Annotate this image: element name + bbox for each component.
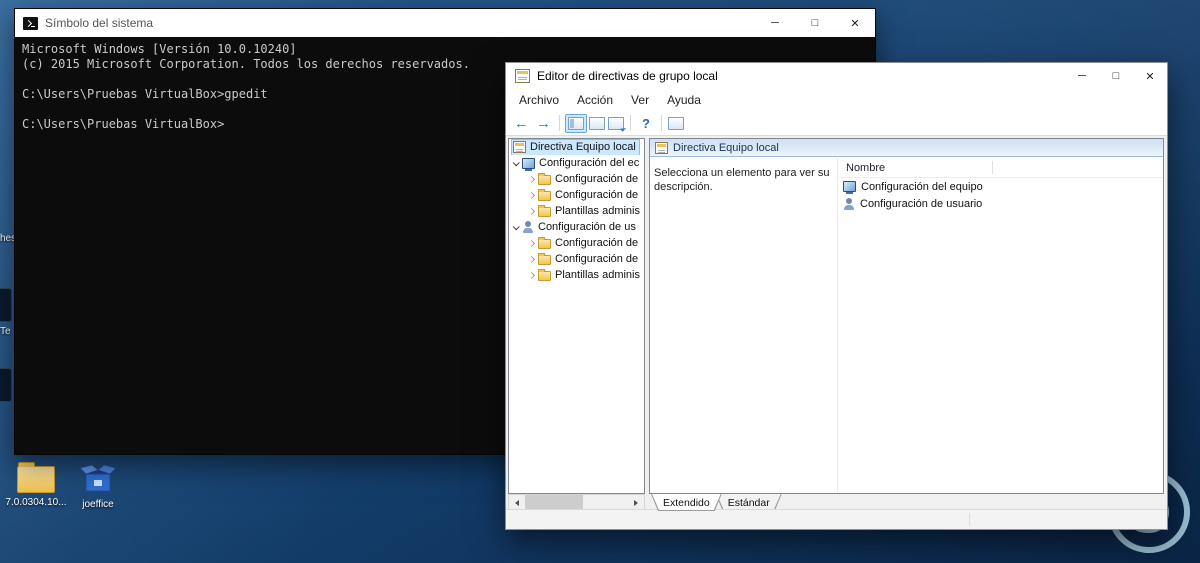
chevron-right-icon[interactable] [527,239,536,247]
desktop: hes Te 7.0.0304.10... joeffice Símbolo d… [0,0,1200,563]
menu-archivo[interactable]: Archivo [510,91,568,109]
result-pane: Directiva Equipo local Selecciona un ele… [649,138,1164,494]
gpedit-menubar: Archivo Acción Ver Ayuda [506,89,1167,111]
partial-icon-label: Te [0,326,11,337]
scrollbar-track[interactable] [525,495,628,510]
gpedit-minimize-button[interactable]: ─ [1065,63,1099,89]
result-pane-header: Directiva Equipo local [650,139,1163,157]
new-window-icon[interactable] [668,116,684,130]
console-line: Microsoft Windows [Versión 10.0.10240] [22,42,297,56]
gpedit-window: Editor de directivas de grupo local ─ □ … [505,62,1168,530]
computer-icon [522,157,535,171]
export-list-icon[interactable] [608,116,624,130]
folder-icon [17,462,55,493]
tree-node-computer-config[interactable]: Configuración del ec [509,155,644,171]
tree-node-folder[interactable]: Configuración de [509,251,644,267]
selection-description: Selecciona un elemento para ver su descr… [650,158,838,493]
folder-icon [538,205,551,217]
chevron-right-icon[interactable] [527,255,536,263]
tree-node-folder[interactable]: Configuración de [509,187,644,203]
back-icon[interactable]: ← [512,114,531,133]
tree-node-folder[interactable]: Configuración de [509,171,644,187]
scrollbar-thumb[interactable] [525,495,583,510]
tab-extendido[interactable]: Extendido [651,494,722,511]
chevron-right-icon[interactable] [527,271,536,279]
tree-node-label: Plantillas adminis [555,205,640,217]
gpedit-toolbar: ← → ? [506,111,1167,136]
gpedit-app-icon [515,69,530,83]
console-tree-pane: Directiva Equipo local Configuración del… [508,138,645,494]
menu-ver[interactable]: Ver [622,91,658,109]
column-header-nombre[interactable]: Nombre [838,158,1163,178]
scroll-right-arrow-icon[interactable] [628,495,644,510]
toolbar-separator [559,115,560,131]
user-icon [522,221,534,233]
partial-desktop-icon[interactable] [0,368,12,402]
computer-icon [843,181,856,194]
partial-desktop-icon[interactable] [0,288,12,322]
chevron-right-icon[interactable] [527,175,536,183]
folder-icon [538,173,551,185]
list-item-label: Configuración del equipo [861,180,983,193]
cmd-app-icon [23,16,38,30]
tree-node-label: Configuración de us [538,221,636,233]
tree-node-root[interactable]: Directiva Equipo local [509,139,644,155]
desktop-icon-label: joeffice [82,499,114,510]
console-node-icon [513,141,526,153]
cmd-titlebar[interactable]: Símbolo del sistema ─ □ ✕ [15,9,875,37]
show-console-tree-icon[interactable] [565,113,587,133]
tree-node-folder[interactable]: Plantillas adminis [509,203,644,219]
menu-accion[interactable]: Acción [568,91,622,109]
forward-icon[interactable]: → [534,114,553,133]
console-node-icon [655,141,668,154]
chevron-right-icon[interactable] [527,207,536,215]
cmd-maximize-button[interactable]: □ [795,9,835,37]
list-item-label: Configuración de usuario [860,197,983,210]
statusbar-separator [969,513,970,526]
scroll-left-arrow-icon[interactable] [509,495,525,510]
chevron-down-icon[interactable] [512,222,520,230]
joeffice-box-icon [79,464,117,492]
tree-node-folder[interactable]: Configuración de [509,235,644,251]
gpedit-close-button[interactable]: ✕ [1133,63,1167,89]
cmd-minimize-button[interactable]: ─ [755,9,795,37]
list-item-computer-config[interactable]: Configuración del equipo [838,178,1163,195]
chevron-right-icon[interactable] [527,191,536,199]
gpedit-maximize-button[interactable]: □ [1099,63,1133,89]
gpedit-statusbar [506,509,1167,529]
tree-node-label: Plantillas adminis [555,269,640,281]
gpedit-window-title: Editor de directivas de grupo local [537,69,718,83]
help-icon[interactable]: ? [637,114,655,133]
toolbar-separator [630,115,631,131]
tree-node-label: Configuración de [555,189,639,201]
gpedit-titlebar[interactable]: Editor de directivas de grupo local ─ □ … [506,63,1167,89]
cmd-close-button[interactable]: ✕ [835,9,875,37]
tree-node-label: Configuración de [555,173,639,185]
tree-node-label: Configuración de [555,253,639,265]
tree-node-label: Configuración de [555,237,639,249]
folder-icon [538,237,551,249]
tree-node-label: Configuración del ec [539,157,640,169]
result-pane-title: Directiva Equipo local [673,141,779,154]
user-icon [843,197,855,210]
tab-estandar[interactable]: Estándar [716,494,782,511]
tree-node-user-config[interactable]: Configuración de us [509,219,644,235]
result-list: Nombre Configuración del equipo Configur… [838,158,1163,493]
gpedit-main-area: Directiva Equipo local Configuración del… [506,136,1167,511]
folder-icon [538,189,551,201]
folder-icon [538,269,551,281]
list-item-user-config[interactable]: Configuración de usuario [838,195,1163,212]
tree-node-folder[interactable]: Plantillas adminis [509,267,644,283]
properties-icon[interactable] [589,116,605,130]
toolbar-separator [661,115,662,131]
chevron-down-icon[interactable] [512,158,520,166]
column-separator[interactable] [992,161,993,174]
cmd-window-title: Símbolo del sistema [45,16,154,30]
menu-ayuda[interactable]: Ayuda [658,91,710,109]
desktop-icon-joeffice[interactable]: joeffice [60,462,136,510]
tree-node-label: Directiva Equipo local [530,141,636,153]
folder-icon [538,253,551,265]
